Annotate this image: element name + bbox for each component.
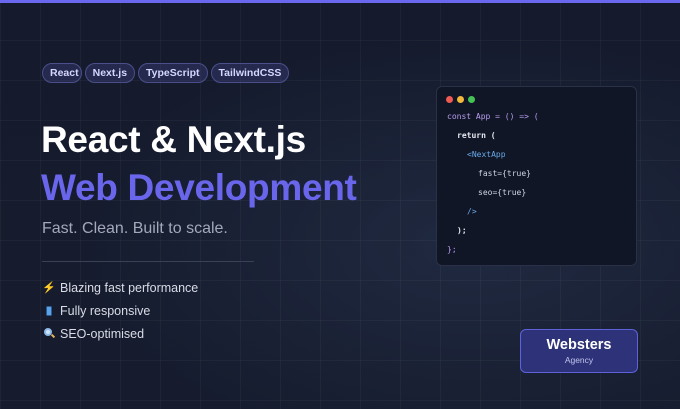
feature-list: ⚡ Blazing fast performance Fully respons… [42, 276, 199, 345]
window-controls [446, 96, 475, 103]
code-line-5: seo={true} [478, 188, 527, 197]
close-dot-icon [446, 96, 453, 103]
code-line-7: ); [457, 226, 467, 235]
tag-tailwindcss: TailwindCSS [210, 63, 290, 83]
minimize-dot-icon [457, 96, 464, 103]
code-window: const App = () => ( return ( <NextApp fa… [436, 86, 637, 266]
lightning-icon: ⚡ [42, 282, 56, 294]
feature-label: Blazing fast performance [60, 280, 199, 295]
code-line-4: fast={true} [478, 169, 531, 178]
hero-title: React & Next.js [41, 119, 306, 160]
brand-subtitle: Agency [564, 355, 594, 365]
brand-badge: Websters Agency [520, 329, 638, 373]
maximize-dot-icon [468, 96, 475, 103]
mobile-phone-icon [43, 305, 55, 316]
tag-nextjs: Next.js [84, 63, 136, 83]
feature-item: ⚡ Blazing fast performance [42, 276, 199, 299]
code-line-3: <NextApp [467, 150, 506, 159]
tag-typescript: TypeScript [138, 63, 208, 83]
divider [42, 261, 254, 262]
brand-name: Websters [546, 337, 612, 353]
hero-subtitle: Web Development [41, 167, 357, 208]
tag-react: React [42, 63, 82, 83]
feature-item: Fully responsive [43, 299, 198, 322]
hero-tagline: Fast. Clean. Built to scale. [42, 220, 228, 237]
code-line-1: const App = () => ( [447, 112, 539, 121]
code-line-6: /> [467, 207, 477, 216]
code-line-2: return ( [457, 131, 496, 140]
code-line-8: }; [447, 245, 457, 254]
feature-label: SEO-optimised [60, 326, 145, 341]
tech-tags: React Next.js TypeScript TailwindCSS [42, 63, 290, 83]
magnifier-icon [43, 328, 55, 339]
feature-label: Fully responsive [60, 303, 151, 318]
feature-item: SEO-optimised [43, 322, 198, 345]
top-accent-bar [0, 0, 680, 3]
